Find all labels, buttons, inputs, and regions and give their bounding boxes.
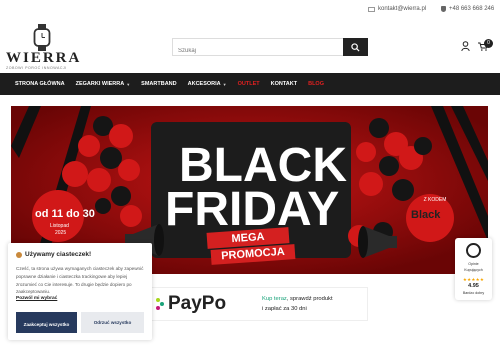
chevron-down-icon: ▼ xyxy=(222,81,227,87)
trust-shield-icon xyxy=(466,243,481,258)
contact-phone[interactable]: +48 663 668 246 xyxy=(441,6,494,12)
cookie-title: Używamy ciasteczek! xyxy=(16,251,91,258)
chevron-down-icon: ▼ xyxy=(126,81,131,87)
trust-rating-text: Bardzo dobry xyxy=(462,291,485,295)
search-button[interactable] xyxy=(343,38,368,56)
search-bar xyxy=(172,38,368,59)
paypo-text-line2: i zapłać za 30 dni xyxy=(262,306,307,312)
reject-all-button[interactable]: Odrzuć wszystko xyxy=(81,312,144,333)
cookie-consent-dialog: Używamy ciasteczek! Cześć, ta strona uży… xyxy=(8,243,152,340)
search-icon xyxy=(351,42,360,52)
nav-item-accessories[interactable]: AKCESORIA ▼ xyxy=(188,81,227,87)
nav-item-watches-label: ZEGARKI WIERRA xyxy=(75,81,125,87)
main-nav: STRONA GŁÓWNA ZEGARKI WIERRA ▼ SMARTBAND… xyxy=(0,73,500,95)
cookie-customize-link[interactable]: Pozwól mi wybrać xyxy=(16,296,57,301)
logo-text[interactable]: WIERRA xyxy=(6,50,81,67)
nav-item-outlet[interactable]: OUTLET xyxy=(238,81,260,87)
watch-logo-icon[interactable] xyxy=(33,24,51,51)
trust-label-line2: Kupujących xyxy=(464,268,483,272)
contact-phone-text[interactable]: +48 663 668 246 xyxy=(449,6,494,12)
top-bar: kontakt@wierra.pl +48 663 668 246 xyxy=(0,0,500,22)
nav-item-blog[interactable]: BLOG xyxy=(308,81,324,87)
cookie-icon xyxy=(16,251,22,258)
search-input[interactable] xyxy=(173,43,343,59)
banner-date-month: Listopad xyxy=(50,223,69,229)
banner-title-line2: FRIDAY xyxy=(165,183,340,236)
cookie-title-text: Używamy ciasteczek! xyxy=(25,251,92,258)
cookie-body-text: Cześć, ta strona używa wymaganych ciaste… xyxy=(16,266,144,295)
paypo-logo-icon xyxy=(156,298,164,310)
paypo-banner[interactable]: PayPo Kup teraz, sprawdź produkt i zapła… xyxy=(148,287,368,321)
nav-item-smartband[interactable]: SMARTBAND xyxy=(141,81,176,87)
contact-email[interactable]: kontakt@wierra.pl xyxy=(368,6,426,12)
cart-count-badge: 0 xyxy=(484,39,493,48)
banner-date-range: od 11 do 30 xyxy=(35,208,95,220)
phone-icon xyxy=(441,6,446,12)
trust-score: 4.95 xyxy=(468,283,479,289)
paypo-text-line1: Kup teraz, sprawdź produkt xyxy=(262,296,333,302)
paypo-text-line1-rest: , sprawdź produkt xyxy=(286,296,333,302)
logo-tagline: ZOBOWI POROĆ INNOWACJI xyxy=(6,66,67,70)
trust-badge[interactable]: Opinie Kupujących ★★★★★ 4.95 Bardzo dobr… xyxy=(455,238,492,300)
banner-code-label: Z KODEM xyxy=(423,197,447,203)
paypo-logo: PayPo xyxy=(168,293,227,314)
paypo-accent-text: Kup teraz xyxy=(262,296,287,302)
contact-email-text[interactable]: kontakt@wierra.pl xyxy=(378,6,426,12)
nav-item-contact[interactable]: KONTAKT xyxy=(271,81,297,87)
mail-icon xyxy=(368,6,375,12)
banner-code-value: Black xyxy=(411,209,441,221)
banner-date-year: 2025 xyxy=(55,230,67,236)
user-icon[interactable] xyxy=(461,41,470,51)
nav-item-home[interactable]: STRONA GŁÓWNA xyxy=(15,81,65,87)
nav-item-accessories-label: AKCESORIA xyxy=(187,81,221,87)
accept-all-button[interactable]: Zaakceptuj wszystko xyxy=(16,312,77,333)
nav-item-watches[interactable]: ZEGARKI WIERRA ▼ xyxy=(76,81,131,87)
trust-label-line1: Opinie xyxy=(468,262,479,266)
